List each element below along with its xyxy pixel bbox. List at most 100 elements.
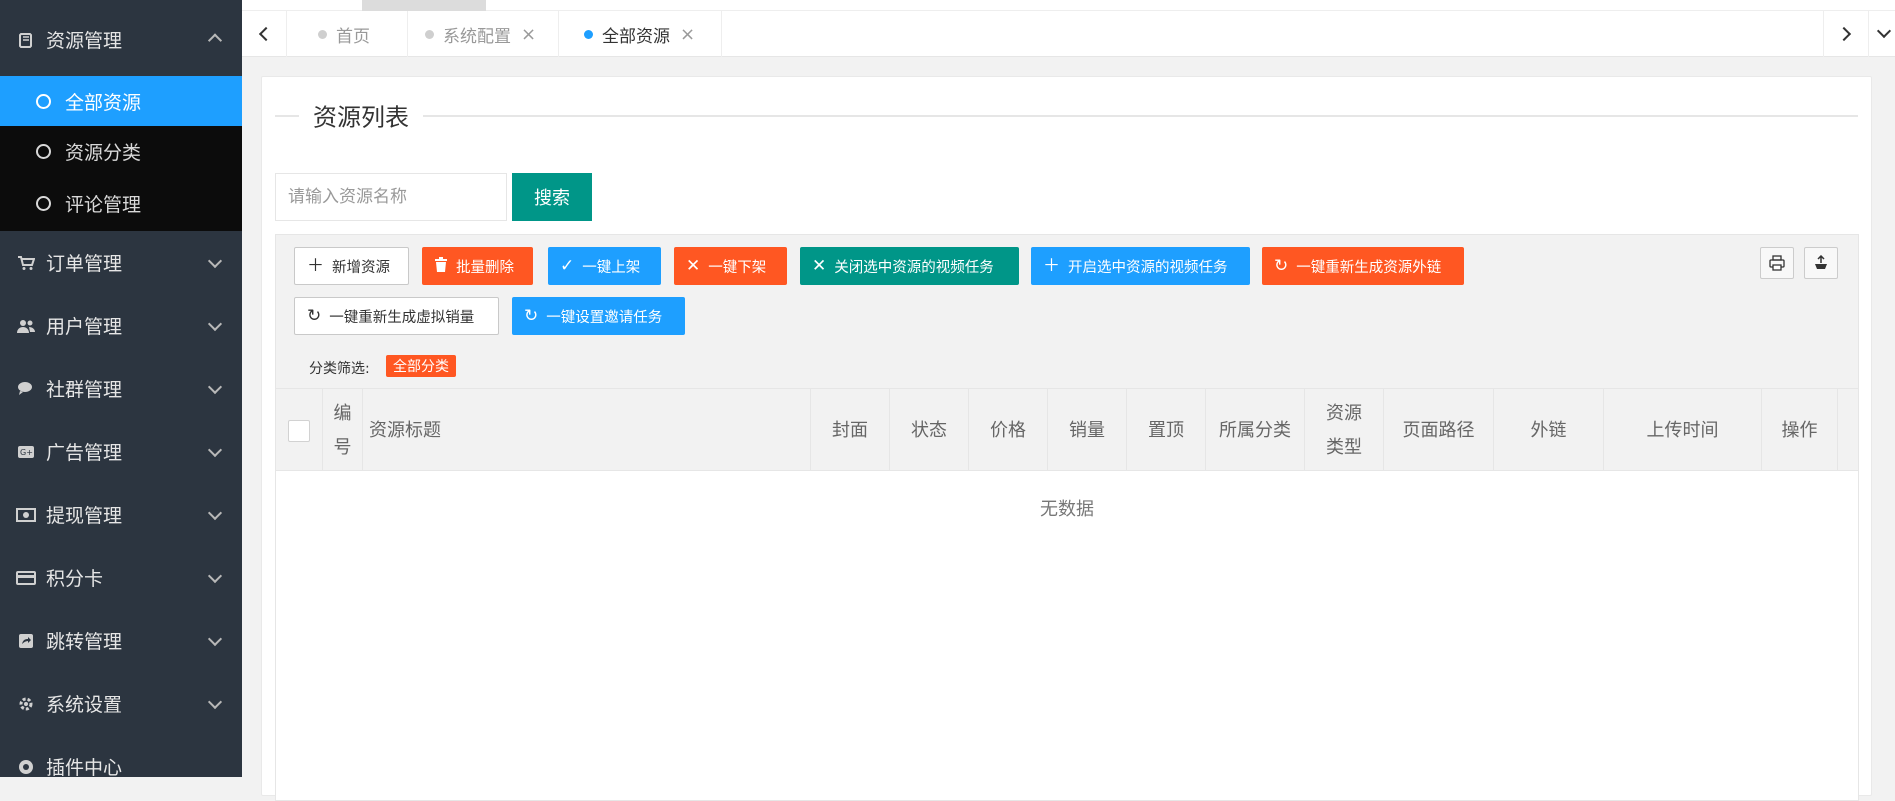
header-strip [242, 0, 1895, 11]
redirect-icon [16, 631, 36, 651]
chevron-down-icon [1876, 23, 1891, 39]
trash-icon [434, 256, 448, 276]
plus-icon: ＋ [1043, 255, 1060, 276]
regenerate-links-button[interactable]: ↻ 一键重新生成资源外链 [1262, 247, 1464, 285]
column-header-upload-time[interactable]: 上传时间 [1604, 389, 1762, 472]
refresh-icon: ↻ [524, 305, 539, 326]
search-button[interactable]: 搜索 [512, 173, 592, 221]
money-icon [16, 505, 36, 525]
tab-close-icon[interactable]: × [521, 24, 536, 45]
chevron-down-icon [207, 631, 223, 646]
button-label: 一键下架 [708, 259, 767, 276]
tab-scroll-right-button[interactable] [1823, 11, 1868, 57]
search-input[interactable] [275, 173, 507, 221]
tab-close-icon[interactable]: × [680, 24, 695, 45]
tab-home[interactable]: 首页 [288, 11, 408, 57]
column-header-actions[interactable]: 操作 [1762, 389, 1838, 472]
sidebar-item-orders[interactable]: 订单管理 [0, 231, 242, 294]
sidebar-item-label: 提现管理 [46, 505, 123, 527]
column-header-pinned[interactable]: 置顶 [1127, 389, 1206, 472]
chevron-down-icon [207, 442, 223, 457]
chevron-down-icon [207, 316, 223, 331]
column-header-price[interactable]: 价格 [969, 389, 1048, 472]
column-header-sales[interactable]: 销量 [1048, 389, 1127, 472]
sidebar-item-label: 插件中心 [46, 757, 123, 777]
close-video-task-button[interactable]: ✕ 关闭选中资源的视频任务 [800, 247, 1019, 285]
page-title: 资源列表 [299, 97, 423, 133]
column-header-page-path[interactable]: 页面路径 [1384, 389, 1494, 472]
sidebar-subitem-label: 评论管理 [65, 194, 142, 216]
tab-bar: 首页 系统配置 × 全部资源 × [242, 0, 1895, 57]
sidebar-subitem-label: 全部资源 [65, 91, 142, 114]
button-label: 关闭选中资源的视频任务 [834, 259, 994, 276]
empty-state: 无数据 [1040, 499, 1094, 520]
tab-menu-button[interactable] [1868, 11, 1895, 57]
one-click-list-button[interactable]: ✓ 一键上架 [548, 247, 661, 285]
column-header-cover[interactable]: 封面 [811, 389, 890, 472]
circle-icon [36, 196, 51, 211]
sidebar-subitem-resource-category[interactable]: 资源分类 [0, 126, 242, 176]
sidebar-item-system-settings[interactable]: 系统设置 [0, 672, 242, 735]
button-label: 一键上架 [582, 259, 641, 276]
button-label: 一键重新生成虚拟销量 [329, 309, 475, 326]
sidebar-item-label: 跳转管理 [46, 631, 123, 653]
chevron-down-icon [207, 253, 223, 268]
sidebar-item-resource-management[interactable]: 资源管理 [0, 0, 242, 76]
filter-tag-all[interactable]: 全部分类 [386, 355, 456, 377]
check-icon: ✓ [560, 255, 575, 276]
print-button[interactable] [1760, 247, 1794, 279]
sidebar-item-plugin-center[interactable]: 插件中心 [0, 735, 242, 777]
export-button[interactable] [1804, 247, 1838, 279]
tab-label: 全部资源 [602, 26, 670, 47]
chevron-down-icon [207, 505, 223, 520]
sidebar-item-users[interactable]: 用户管理 [0, 294, 242, 357]
batch-delete-button[interactable]: 批量删除 [422, 247, 533, 285]
table-toolbar: ＋ 新增资源 批量删除 ✓ 一键上架 ✕ 一键下架 ✕ 关闭选中资源的视频任务 … [275, 234, 1859, 388]
chevron-right-icon [1836, 26, 1852, 42]
close-icon: ✕ [812, 255, 827, 276]
column-header-title[interactable]: 资源标题 [363, 389, 811, 472]
column-header-resource-type[interactable]: 资源类型 [1305, 389, 1384, 472]
column-header-category[interactable]: 所属分类 [1206, 389, 1305, 472]
sidebar-item-community[interactable]: 社群管理 [0, 357, 242, 420]
table-body: 无数据 [275, 471, 1859, 801]
sidebar-subitem-all-resources[interactable]: 全部资源 [0, 76, 242, 126]
set-invite-task-button[interactable]: ↻ 一键设置邀请任务 [512, 297, 685, 335]
regenerate-sales-button[interactable]: ↻ 一键重新生成虚拟销量 [294, 297, 499, 335]
sidebar-subitem-comment-management[interactable]: 评论管理 [0, 176, 242, 231]
tab-label: 系统配置 [443, 26, 511, 47]
sidebar-item-label: 系统设置 [46, 694, 123, 716]
plus-icon: ＋ [307, 255, 324, 276]
book-icon [16, 30, 36, 50]
button-label: 一键设置邀请任务 [546, 309, 663, 326]
tab-scroll-left-button[interactable] [242, 11, 287, 57]
sidebar-subitem-label: 资源分类 [65, 141, 142, 164]
tab-all-resources[interactable]: 全部资源 × [564, 11, 723, 57]
column-header-status[interactable]: 状态 [890, 389, 969, 472]
tab-dot-icon [584, 29, 593, 39]
chevron-down-icon [207, 694, 223, 709]
legend-line: 资源列表 [275, 97, 1858, 133]
select-all-checkbox[interactable] [288, 419, 310, 442]
sidebar-item-label: 广告管理 [46, 442, 123, 464]
users-icon [16, 316, 36, 336]
header-highlight [362, 0, 486, 11]
button-label: 开启选中资源的视频任务 [1068, 259, 1228, 276]
sidebar-item-redirect[interactable]: 跳转管理 [0, 609, 242, 672]
sidebar-submenu: 全部资源 资源分类 评论管理 [0, 76, 242, 231]
filter-label: 分类筛选: [309, 361, 370, 377]
sidebar-item-label: 资源管理 [46, 30, 123, 52]
chevron-left-icon [258, 26, 274, 42]
chevron-down-icon [207, 379, 223, 394]
add-resource-button[interactable]: ＋ 新增资源 [294, 247, 409, 285]
sidebar-item-withdraw[interactable]: 提现管理 [0, 483, 242, 546]
column-header-id[interactable]: 编号 [323, 389, 363, 472]
cart-icon [16, 253, 36, 273]
tab-system-config[interactable]: 系统配置 × [405, 11, 560, 57]
one-click-unlist-button[interactable]: ✕ 一键下架 [674, 247, 787, 285]
column-header-external-link[interactable]: 外链 [1494, 389, 1604, 472]
sidebar-item-ads[interactable]: G+ 广告管理 [0, 420, 242, 483]
sidebar-item-points-card[interactable]: 积分卡 [0, 546, 242, 609]
open-video-task-button[interactable]: ＋ 开启选中资源的视频任务 [1031, 247, 1250, 285]
chevron-down-icon [207, 568, 223, 583]
